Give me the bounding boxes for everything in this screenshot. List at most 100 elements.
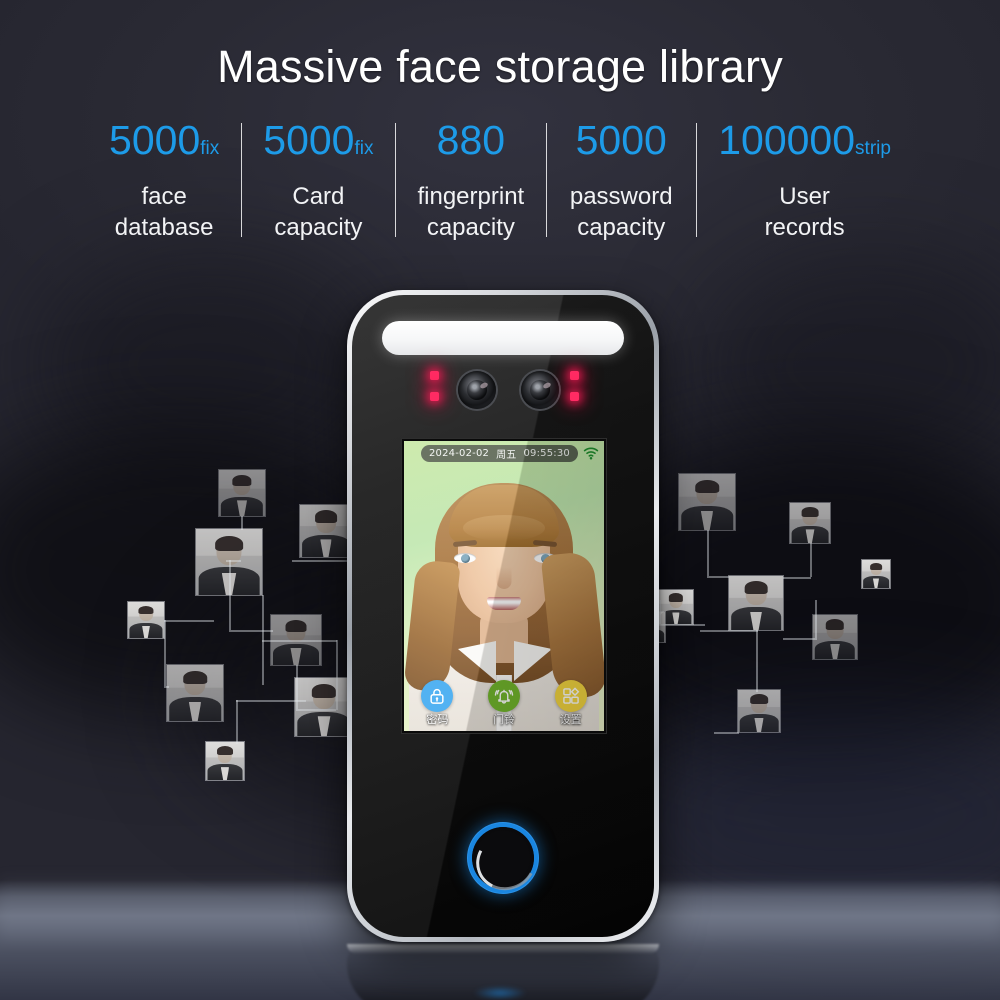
face-node <box>679 474 735 530</box>
stat-number: 5000 <box>109 117 201 163</box>
stat-suffix: fix <box>200 138 220 159</box>
app-button-label: 门铃 <box>492 713 515 726</box>
stat-caption-line1: fingerprint <box>417 183 525 210</box>
stat-caption-line2: capacity <box>577 214 666 241</box>
network-link <box>262 640 337 642</box>
status-time: 09:55:30 <box>523 448 570 459</box>
network-link <box>783 577 811 579</box>
lock-icon[interactable] <box>421 680 454 712</box>
network-link <box>236 700 238 744</box>
fingerprint-home-ring[interactable] <box>472 827 534 889</box>
stat-value: 5000fix <box>263 117 373 172</box>
network-link <box>296 709 336 711</box>
stat-value: 100000strip <box>718 117 891 172</box>
sensor-row <box>352 367 654 423</box>
network-link <box>707 576 729 578</box>
app-button-2[interactable]: 设置 <box>543 680 599 727</box>
stat-number: 880 <box>436 117 506 163</box>
stat-value: 5000fix <box>109 117 219 172</box>
face-node <box>128 602 164 638</box>
stat-caption: Card capacity <box>263 181 373 243</box>
face-node <box>813 615 857 659</box>
face-node <box>295 678 353 736</box>
face-node <box>300 505 352 557</box>
device-screen[interactable]: 2024-02-02 周五 09:55:30 密码 门铃 设置 <box>404 441 604 731</box>
network-link <box>241 516 243 530</box>
stat-caption: fingerprint capacity <box>417 181 524 243</box>
network-link <box>236 700 306 702</box>
bell-icon[interactable] <box>487 680 520 712</box>
stat-item-4: 100000strip User records <box>696 117 913 243</box>
face-node <box>862 560 890 588</box>
network-link <box>783 638 815 640</box>
status-weekday: 周五 <box>496 450 517 461</box>
screen-statusbar: 2024-02-02 周五 09:55:30 <box>404 445 604 462</box>
face-node <box>206 742 244 780</box>
face-node <box>196 529 262 595</box>
face-node <box>271 615 321 665</box>
network-link <box>229 630 273 632</box>
stat-suffix: fix <box>354 138 374 159</box>
settings-icon[interactable] <box>554 680 587 712</box>
stat-caption: password capacity <box>568 181 674 243</box>
network-link <box>714 732 739 734</box>
stat-value: 880 <box>417 117 524 172</box>
stat-caption-line1: Card <box>292 183 345 210</box>
stat-item-2: 880 fingerprint capacity <box>395 117 546 243</box>
app-button-label: 设置 <box>559 713 582 726</box>
bg-haze <box>40 250 380 480</box>
network-link <box>292 560 352 562</box>
network-link <box>164 620 166 686</box>
device-front-panel: 2024-02-02 周五 09:55:30 密码 门铃 设置 <box>352 295 654 937</box>
face-node <box>219 470 265 516</box>
header: Massive face storage library 5000fix face… <box>0 0 1000 270</box>
network-link <box>700 630 758 632</box>
stat-caption: face database <box>109 181 219 243</box>
network-link <box>296 665 298 709</box>
network-link <box>659 624 705 626</box>
device-reflection-ring-glow <box>473 986 527 1000</box>
ir-led-right <box>568 371 580 413</box>
screen-app-bar: 密码 门铃 设置 <box>404 675 604 727</box>
network-link <box>229 560 231 630</box>
stat-item-0: 5000fix face database <box>87 117 241 243</box>
stat-caption-line2: records <box>764 214 845 241</box>
stat-caption-line1: face <box>141 183 187 210</box>
status-pill: 2024-02-02 周五 09:55:30 <box>420 445 578 462</box>
status-date: 2024-02-02 <box>428 448 490 459</box>
wifi-icon <box>583 447 599 460</box>
stats-row: 5000fix face database 5000fix Card capacity 88… <box>0 117 1000 243</box>
app-button-1[interactable]: 门铃 <box>476 680 532 727</box>
stat-caption-line2: capacity <box>426 214 515 241</box>
page-title: Massive face storage library <box>217 41 783 92</box>
network-link <box>815 600 817 640</box>
camera-lens-right <box>521 371 559 409</box>
device-reflection-edge <box>347 944 659 954</box>
stat-number: 5000 <box>263 117 355 163</box>
page-stage: Massive face storage library 5000fix face… <box>0 0 1000 1000</box>
network-link <box>164 620 214 622</box>
network-link <box>262 595 264 685</box>
face-node <box>659 590 693 624</box>
stat-caption: User records <box>718 181 891 243</box>
stat-number: 100000 <box>718 117 856 163</box>
app-button-0[interactable]: 密码 <box>409 680 465 727</box>
stat-caption-line1: User <box>779 183 830 210</box>
app-button-label: 密码 <box>426 713 449 726</box>
face-recognition-terminal[interactable]: 2024-02-02 周五 09:55:30 密码 门铃 设置 <box>347 290 659 942</box>
stat-caption-line2: database <box>114 214 214 241</box>
face-node <box>729 576 783 630</box>
face-node <box>738 690 780 732</box>
network-link <box>659 600 661 624</box>
bg-haze <box>700 250 1000 480</box>
network-link <box>226 560 241 562</box>
ir-led-left <box>428 371 440 413</box>
network-link <box>164 686 169 688</box>
led-fill-light-bar <box>382 321 624 355</box>
stat-caption-line1: password <box>569 183 673 210</box>
stat-caption-line2: capacity <box>274 214 363 241</box>
network-link <box>756 630 758 692</box>
stat-suffix: strip <box>855 138 891 159</box>
network-link <box>810 543 812 577</box>
stat-value: 5000 <box>568 117 674 172</box>
